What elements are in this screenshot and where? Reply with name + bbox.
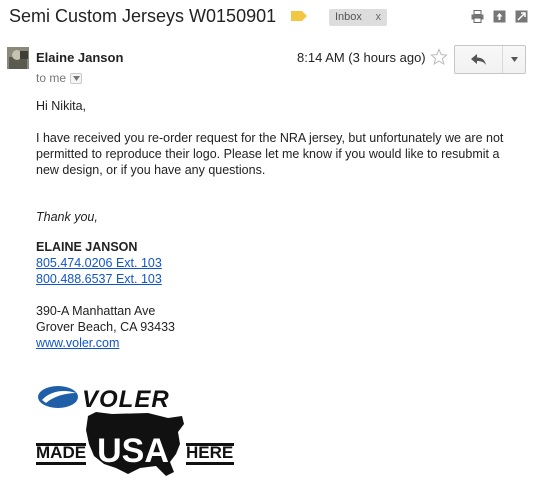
- recipient-line: to me: [36, 71, 83, 85]
- website-link[interactable]: www.voler.com: [36, 335, 516, 351]
- recipient-text: to me: [36, 71, 67, 85]
- message-header: Elaine Janson to me 8:14 AM (3 hours ago…: [0, 40, 534, 90]
- made-usa-here-logo: MADE USA HERE: [36, 412, 234, 476]
- inbox-label-text: Inbox: [335, 11, 362, 23]
- chevron-down-icon: [72, 75, 80, 81]
- message-body: Hi Nikita, I have received you re-order …: [36, 98, 516, 351]
- made-text: MADE: [36, 443, 86, 462]
- email-subject: Semi Custom Jerseys W0150901: [9, 6, 277, 26]
- greeting: Hi Nikita,: [36, 99, 87, 113]
- message-paragraph: I have received you re-order request for…: [36, 131, 504, 177]
- subject-bar: Semi Custom Jerseys W0150901 Inbox x: [0, 0, 534, 36]
- here-text: HERE: [186, 443, 233, 462]
- remove-label-button[interactable]: x: [376, 9, 382, 26]
- avatar[interactable]: [7, 47, 29, 69]
- signature-name: ELAINE JANSON: [36, 240, 138, 254]
- inbox-label-chip[interactable]: Inbox x: [329, 9, 387, 26]
- top-actions: [471, 10, 528, 23]
- closing-line: Thank you,: [36, 210, 98, 224]
- voler-logo: VOLER: [38, 386, 170, 413]
- reply-arrow-icon: [470, 53, 486, 65]
- phone-link-2[interactable]: 800.488.6537 Ext. 103: [36, 271, 516, 287]
- usa-text: USA: [97, 432, 169, 470]
- star-icon[interactable]: [430, 48, 448, 66]
- reply-button-group: [454, 45, 526, 74]
- address-line-2: Grover Beach, CA 93433: [36, 320, 175, 334]
- print-icon[interactable]: [471, 10, 484, 23]
- phone-link-1[interactable]: 805.474.0206 Ext. 103: [36, 255, 516, 271]
- important-label-icon[interactable]: [291, 11, 307, 21]
- chevron-down-icon: [510, 57, 518, 62]
- more-actions-button[interactable]: [503, 46, 525, 73]
- reply-button[interactable]: [455, 46, 503, 73]
- sender-name[interactable]: Elaine Janson: [36, 50, 123, 65]
- new-window-icon[interactable]: [493, 10, 506, 23]
- expand-icon[interactable]: [515, 10, 528, 23]
- show-details-button[interactable]: [70, 72, 83, 84]
- message-timestamp: 8:14 AM (3 hours ago): [297, 50, 426, 65]
- address-line-1: 390-A Manhattan Ave: [36, 304, 156, 318]
- voler-logo-text: VOLER: [82, 386, 170, 413]
